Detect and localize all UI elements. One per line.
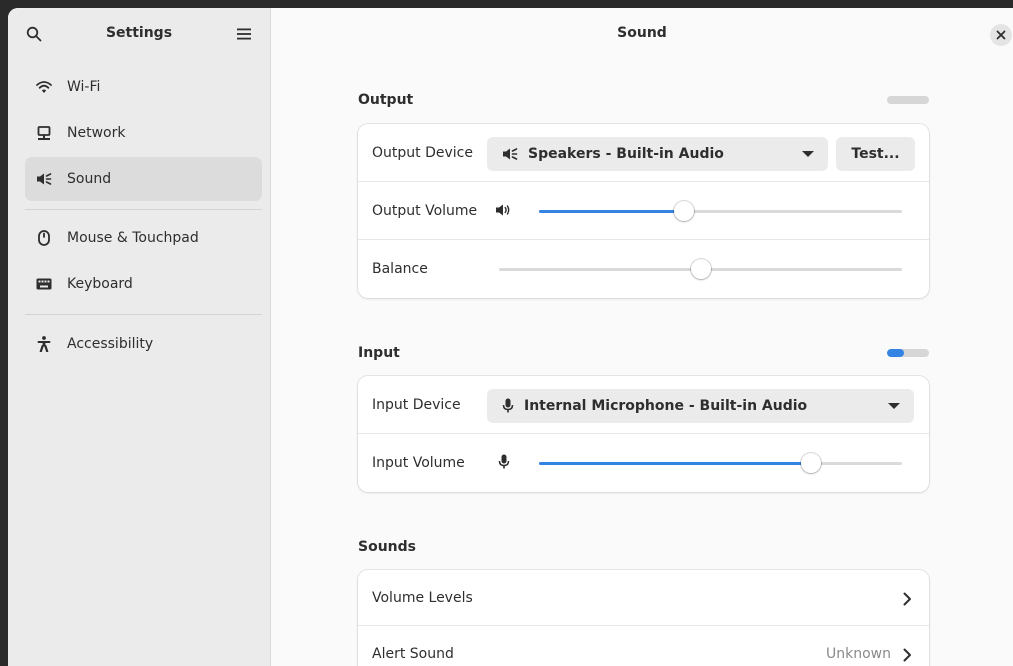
microphone-icon[interactable] [498, 454, 510, 470]
output-section-title: Output [358, 92, 414, 108]
input-volume-slider[interactable] [539, 434, 902, 492]
sidebar-item-sound[interactable]: Sound [25, 157, 262, 201]
sidebar-separator [25, 209, 262, 210]
slider-knob[interactable] [801, 453, 822, 473]
input-level-fill [887, 349, 904, 357]
alert-sound-label: Alert Sound [372, 646, 454, 662]
input-volume-label: Input Volume [372, 455, 465, 471]
volume-icon[interactable] [495, 203, 511, 217]
wifi-icon [35, 78, 53, 96]
sidebar-header: Settings [8, 8, 270, 60]
alert-sound-row[interactable]: Alert Sound Unknown [358, 626, 929, 666]
main-content: Sound Output Output Device Speakers - Bu… [271, 8, 1013, 666]
sidebar-item-accessibility[interactable]: Accessibility [25, 322, 262, 366]
microphone-icon [502, 398, 514, 414]
accessibility-icon [35, 335, 53, 353]
output-device-label: Output Device [372, 144, 473, 161]
output-device-dropdown[interactable]: Speakers - Built-in Audio [487, 137, 828, 171]
input-level-meter [887, 349, 929, 357]
sidebar-item-label: Network [67, 125, 126, 141]
sidebar-item-wifi[interactable]: Wi-Fi [25, 65, 262, 109]
output-volume-row: Output Volume [358, 182, 929, 240]
chevron-right-icon [903, 592, 911, 606]
output-volume-label: Output Volume [372, 202, 478, 219]
volume-levels-label: Volume Levels [372, 589, 473, 606]
sidebar: Settings Wi-Fi Network Sound Mouse & Tou… [8, 8, 271, 666]
main-menu-button[interactable] [230, 20, 258, 48]
sidebar-item-label: Accessibility [67, 336, 154, 352]
slider-knob[interactable] [674, 201, 695, 221]
balance-slider[interactable] [499, 240, 902, 298]
dropdown-arrow-icon [802, 151, 814, 157]
input-section-title: Input [358, 345, 400, 361]
output-volume-slider[interactable] [539, 182, 902, 240]
input-device-dropdown[interactable]: Internal Microphone - Built-in Audio [487, 389, 914, 423]
chevron-right-icon [903, 648, 911, 662]
slider-trough [539, 210, 902, 213]
sounds-card: Volume Levels Alert Sound Unknown [358, 570, 929, 666]
sidebar-item-label: Mouse & Touchpad [67, 230, 199, 246]
sidebar-item-label: Wi-Fi [67, 79, 101, 95]
output-device-row: Output Device Speakers - Built-in Audio … [358, 124, 929, 182]
speaker-icon [502, 147, 518, 161]
mouse-icon [35, 229, 53, 247]
sidebar-item-network[interactable]: Network [25, 111, 262, 155]
slider-fill [539, 210, 685, 213]
settings-window: Settings Wi-Fi Network Sound Mouse & Tou… [8, 8, 1013, 666]
sidebar-item-label: Keyboard [67, 276, 133, 292]
slider-trough [539, 462, 902, 465]
network-icon [35, 124, 53, 142]
close-icon [996, 30, 1006, 40]
keyboard-icon [35, 275, 53, 293]
volume-levels-row[interactable]: Volume Levels [358, 570, 929, 626]
output-card: Output Device Speakers - Built-in Audio … [358, 124, 929, 298]
hamburger-icon [237, 28, 251, 40]
input-device-label: Input Device [372, 396, 461, 413]
sounds-section-title: Sounds [358, 539, 416, 555]
test-button[interactable]: Test... [836, 137, 915, 171]
dropdown-arrow-icon [888, 403, 900, 409]
input-volume-row: Input Volume [358, 434, 929, 492]
sidebar-item-keyboard[interactable]: Keyboard [25, 262, 262, 306]
slider-fill [539, 462, 812, 465]
balance-row: Balance [358, 240, 929, 298]
output-level-meter [887, 96, 929, 104]
input-device-row: Input Device Internal Microphone - Built… [358, 376, 929, 434]
output-device-value: Speakers - Built-in Audio [528, 146, 724, 162]
balance-label: Balance [372, 261, 428, 277]
alert-sound-value: Unknown [826, 646, 891, 662]
close-button[interactable] [990, 24, 1012, 46]
page-title: Sound [617, 25, 667, 41]
sidebar-item-label: Sound [67, 171, 112, 187]
sound-icon [35, 170, 53, 188]
input-device-value: Internal Microphone - Built-in Audio [524, 398, 808, 414]
sidebar-separator [25, 314, 262, 315]
sidebar-item-mouse-touchpad[interactable]: Mouse & Touchpad [25, 216, 262, 260]
input-card: Input Device Internal Microphone - Built… [358, 376, 929, 492]
slider-knob[interactable] [690, 259, 711, 279]
